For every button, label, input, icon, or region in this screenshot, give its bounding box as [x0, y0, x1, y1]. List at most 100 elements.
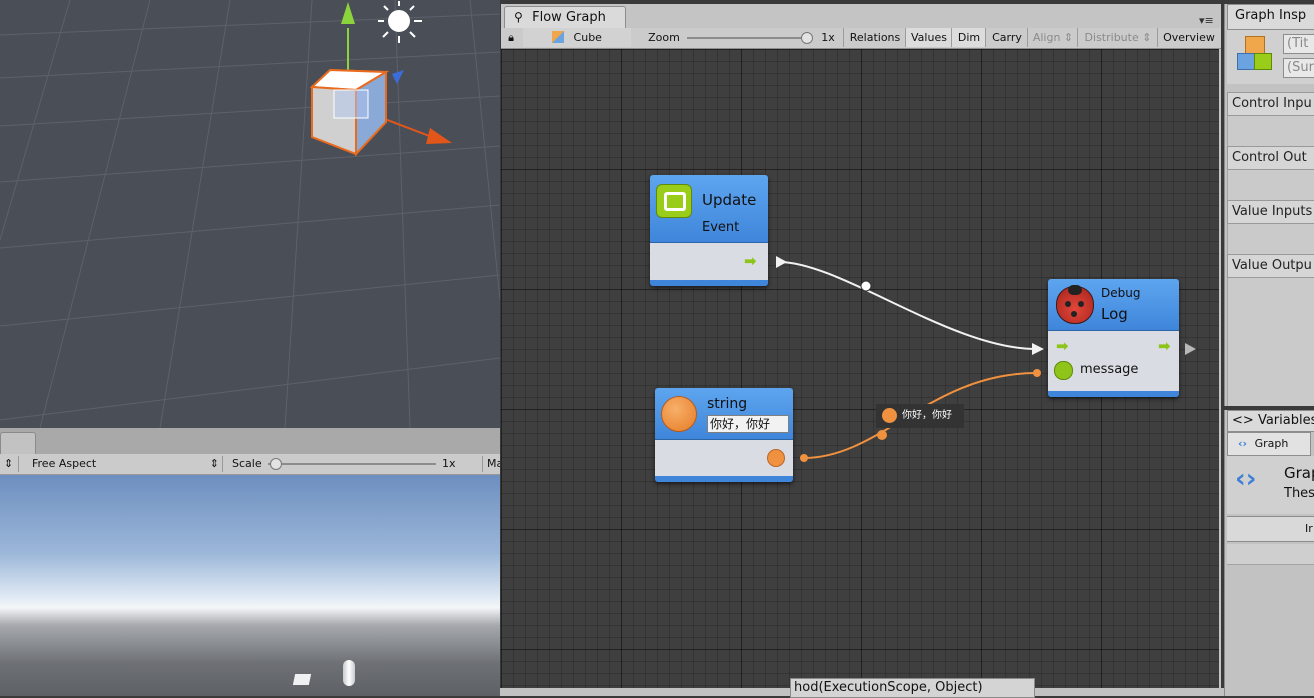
carry-button[interactable]: Carry [985, 28, 1028, 47]
variables-header-desc: Thes [1284, 486, 1314, 501]
console-line[interactable]: hod(ExecutionScope, Object) [790, 678, 1035, 698]
node-header: string 你好，你好 [655, 388, 793, 440]
lock-icon[interactable]: 🔒︎ [501, 28, 521, 47]
breadcrumb-target[interactable]: Cube [523, 28, 631, 47]
control-output-arrow-icon[interactable]: ➡ [1158, 337, 1171, 355]
variables-header: ‹› Grap Thes [1227, 456, 1314, 514]
scene-grid [0, 0, 500, 428]
node-body [655, 440, 793, 476]
game-render [0, 475, 500, 696]
display-dropdown-icon[interactable]: ⇕ [4, 456, 19, 472]
value-inputs-body [1227, 224, 1314, 254]
message-input-port[interactable] [1054, 361, 1073, 380]
connection-midpoint-handle[interactable] [860, 280, 872, 292]
value-connection-start [800, 454, 808, 462]
update-event-node[interactable]: Update Event ➡ [650, 175, 768, 286]
string-output-port[interactable] [767, 449, 785, 467]
scale-label: Scale [232, 457, 262, 470]
graph-inspector-panel: Graph Insp (Tit (Sur Control Inpu Contro… [1224, 4, 1314, 406]
game-tabbar [0, 428, 500, 455]
game-toolbar: ⇕ Free Aspect ⇕ Scale 1x Ma [0, 454, 500, 475]
variables-header-title: Grap [1284, 464, 1314, 482]
values-button[interactable]: Values [905, 28, 952, 47]
game-cube-object [292, 674, 312, 685]
string-literal-node[interactable]: string 你好，你好 [655, 388, 793, 482]
zoom-slider-track[interactable] [687, 37, 809, 39]
z-axis-handle-icon [392, 70, 404, 84]
flow-toolbar: 🔒︎ Cube Zoom 1x Relations Values Dim Car… [501, 28, 1221, 49]
scale-slider-thumb[interactable] [270, 458, 282, 470]
control-connection[interactable] [778, 261, 1037, 350]
value-connection-end [1033, 369, 1041, 377]
graph-title-field[interactable]: (Tit [1283, 34, 1314, 54]
update-control-output-port[interactable] [776, 256, 787, 268]
aspect-dropdown-icon: ⇕ [209, 457, 219, 470]
distribute-label: Distribute [1084, 31, 1139, 44]
variables-tab-icon: <> [1232, 413, 1254, 428]
control-outputs-body [1227, 170, 1314, 200]
y-axis-handle-icon [341, 2, 355, 24]
graph-tab-label: Graph [1254, 437, 1289, 450]
scene-view[interactable] [0, 0, 500, 428]
node-header: Update Event [650, 175, 768, 243]
zoom-slider-thumb[interactable] [801, 32, 813, 44]
update-loop-icon [656, 184, 692, 218]
value-outputs-section[interactable]: Value Outpu [1227, 254, 1314, 278]
value-connection-midpoint-handle[interactable] [877, 430, 887, 440]
align-button[interactable]: Align ⇕ [1027, 28, 1078, 47]
game-capsule-object [343, 660, 355, 686]
node-footer [1048, 391, 1179, 397]
ladybug-icon [1056, 285, 1094, 324]
cube-icon [552, 31, 565, 43]
variables-button[interactable]: Ir [1227, 516, 1314, 542]
graph-canvas[interactable]: 你好，你好 Update Event ➡ string 你好，你好 Debug … [501, 49, 1219, 688]
maximize-button[interactable]: Ma [482, 456, 500, 472]
scale-value: 1x [442, 457, 456, 470]
string-value-field[interactable]: 你好，你好 [707, 415, 789, 433]
variables-panel: <> Variables ‹› Graph ‹› Grap Thes Ir [1224, 410, 1314, 696]
value-inputs-section[interactable]: Value Inputs [1227, 200, 1314, 224]
control-input-arrow-icon[interactable]: ➡ [1056, 337, 1069, 355]
scale-slider-track[interactable] [268, 463, 436, 465]
node-title: Log [1101, 305, 1128, 323]
light-sun-icon [378, 1, 422, 43]
message-port-label: message [1080, 362, 1139, 377]
control-inputs-section[interactable]: Control Inpu [1227, 92, 1314, 116]
distribute-button[interactable]: Distribute ⇕ [1077, 28, 1158, 47]
graph-tab-icon: ‹› [1238, 437, 1248, 450]
variables-list [1227, 544, 1314, 565]
aspect-dropdown[interactable]: Free Aspect ⇕ [28, 456, 223, 472]
flow-graph-window: ⚲ Flow Graph ▾≡ 🔒︎ Cube Zoom 1x Relation… [501, 4, 1221, 688]
graph-inspector-tab[interactable]: Graph Insp [1227, 4, 1314, 30]
aspect-label: Free Aspect [32, 457, 97, 470]
string-value-icon [882, 408, 897, 423]
game-view: ⇕ Free Aspect ⇕ Scale 1x Ma [0, 428, 500, 696]
zoom-label: Zoom [648, 31, 680, 44]
connection-value-tooltip: 你好，你好 [876, 404, 964, 428]
node-body: ➡ ➡ message [1048, 331, 1179, 391]
node-category: Debug [1101, 286, 1141, 300]
flow-graph-tab[interactable]: ⚲ Flow Graph [504, 6, 626, 29]
game-tab[interactable] [0, 432, 36, 455]
debug-log-control-output-port[interactable] [1185, 343, 1196, 355]
node-subtitle: Event [702, 220, 740, 235]
graph-variables-tab[interactable]: ‹› Graph [1227, 432, 1311, 456]
flow-graph-tab-title: Flow Graph [532, 10, 606, 25]
window-menu-icon[interactable]: ▾≡ [1199, 14, 1214, 27]
connection-value-text: 你好，你好 [902, 410, 952, 421]
node-body: ➡ [650, 243, 768, 280]
overview-button[interactable]: Overview [1157, 28, 1220, 47]
graph-summary-field[interactable]: (Sur [1283, 58, 1314, 78]
node-title: Update [702, 191, 757, 209]
breadcrumb-label: Cube [573, 31, 602, 44]
hierarchy-icon: ⚲ [514, 10, 523, 24]
relations-button[interactable]: Relations [843, 28, 906, 47]
graph-variables-icon: ‹› [1235, 464, 1257, 494]
control-outputs-section[interactable]: Control Out [1227, 146, 1314, 170]
control-connection-arrow [1032, 343, 1044, 355]
dim-button[interactable]: Dim [951, 28, 986, 47]
debug-log-node[interactable]: Debug Log ➡ ➡ message [1048, 279, 1179, 397]
control-output-arrow-icon[interactable]: ➡ [744, 252, 757, 270]
variables-tab[interactable]: <> Variables [1227, 410, 1314, 432]
node-footer [655, 476, 793, 482]
